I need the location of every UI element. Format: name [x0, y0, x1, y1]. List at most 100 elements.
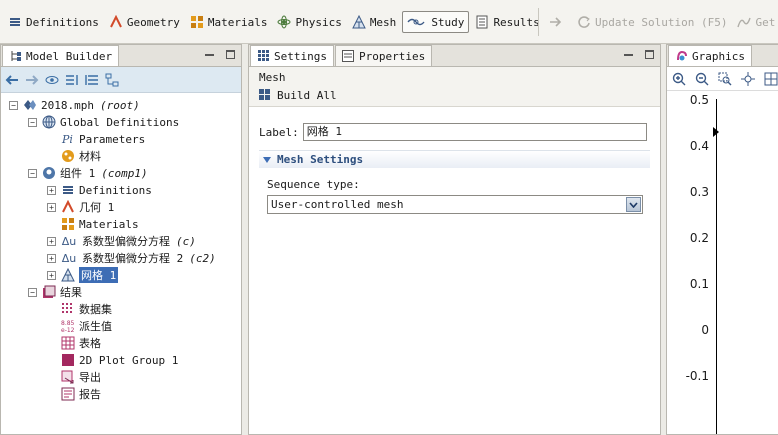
settings-body: Label: 网格 1 Mesh Settings Sequence type:…: [249, 107, 660, 218]
tree-label: 系数型偏微分方程: [82, 235, 170, 248]
tree-node-materials[interactable]: Materials: [60, 216, 139, 232]
build-all-button[interactable]: Build All: [259, 86, 650, 104]
tree-node-component[interactable]: − 组件 1 (comp1): [28, 165, 148, 181]
tree-label: 导出: [79, 371, 101, 384]
tab-graphics[interactable]: Graphics: [668, 45, 752, 66]
maximize-icon[interactable]: [226, 50, 235, 59]
arrow-right-button[interactable]: [545, 11, 571, 33]
collapse-toggle[interactable]: −: [28, 287, 37, 297]
tree-node-tables[interactable]: 表格: [60, 335, 101, 351]
get-initial-button[interactable]: Get Init: [733, 11, 778, 33]
tab-graphics-label: Graphics: [692, 49, 745, 63]
tree-node-results[interactable]: − 结果: [28, 284, 82, 300]
minimize-icon[interactable]: [624, 50, 633, 59]
tree-layout-icon[interactable]: [105, 73, 119, 87]
tree-node-geometry[interactable]: + 几何 1: [47, 199, 114, 215]
pde-icon: Δu: [61, 251, 77, 265]
ribbon-tab-label: Definitions: [26, 15, 99, 29]
materials-icon: [60, 217, 75, 232]
zoom-box-icon[interactable]: [717, 71, 732, 86]
materials-icon: [190, 15, 204, 29]
definitions-icon: [8, 15, 22, 29]
tab-properties-label: Properties: [358, 49, 426, 63]
expand-all-icon[interactable]: [85, 73, 99, 87]
tree-node-derived-values[interactable]: 8.85 e-12 派生值: [60, 318, 113, 334]
tree-node-materials-global[interactable]: 材料: [60, 148, 101, 164]
y-tick-label: 0.3: [689, 185, 709, 199]
collapse-all-icon[interactable]: [65, 73, 79, 87]
ribbon-tab-study[interactable]: Study: [402, 11, 470, 33]
tree-node-root[interactable]: − 2018.mph (root): [9, 97, 140, 113]
tree-node-global-definitions[interactable]: − Global Definitions: [28, 114, 179, 130]
tab-model-builder[interactable]: Model Builder: [2, 45, 120, 66]
tree-node-datasets[interactable]: 数据集: [60, 301, 112, 317]
zoom-out-icon[interactable]: [694, 71, 709, 86]
settings-heading: Mesh: [259, 71, 286, 84]
update-solution-button[interactable]: Update Solution (F5): [573, 11, 731, 33]
back-arrow-icon[interactable]: [5, 73, 19, 87]
tree-label: 数据集: [79, 303, 112, 316]
root-model-icon: [22, 98, 37, 113]
pde-icon: Δu: [61, 234, 77, 248]
ribbon-tab-mesh[interactable]: Mesh: [348, 11, 401, 33]
tree-node-pde1[interactable]: + Δu 系数型偏微分方程 (c): [47, 233, 196, 249]
tree-node-pde2[interactable]: + Δu 系数型偏微分方程 2 (c2): [47, 250, 216, 266]
expand-toggle[interactable]: +: [47, 270, 56, 280]
sequence-type-select[interactable]: User-controlled mesh: [267, 195, 643, 214]
ribbon-tab-geometry[interactable]: Geometry: [105, 11, 184, 33]
ribbon-tab-definitions[interactable]: Definitions: [4, 11, 103, 33]
expand-toggle[interactable]: +: [47, 202, 56, 212]
tree-node-reports[interactable]: 报告: [60, 386, 101, 402]
tree-node-definitions[interactable]: + Definitions: [47, 182, 152, 198]
label-input[interactable]: 网格 1: [302, 123, 647, 141]
show-icon[interactable]: [45, 73, 59, 87]
sequence-type-value: User-controlled mesh: [271, 198, 404, 211]
tree-label: 报告: [79, 388, 101, 401]
maximize-icon[interactable]: [645, 50, 654, 59]
ribbon-tab-physics[interactable]: Physics: [273, 11, 345, 33]
model-builder-tabbar: Model Builder: [1, 45, 241, 67]
tree-node-mesh[interactable]: + 网格 1: [47, 267, 119, 283]
collapse-toggle[interactable]: −: [28, 168, 37, 178]
sequence-type-label: Sequence type:: [267, 178, 360, 191]
zoom-in-icon[interactable]: [671, 71, 686, 86]
graphics-plot-area[interactable]: 0.5 0.4 0.3 0.2 0.1 0 -0.1: [667, 93, 778, 434]
ribbon-tab-materials[interactable]: Materials: [186, 11, 272, 33]
tree-label: Materials: [79, 217, 139, 231]
get-initial-label: Get Init: [755, 15, 778, 29]
model-builder-icon: [9, 50, 22, 63]
expand-toggle[interactable]: +: [47, 185, 56, 195]
tree-node-plot-group[interactable]: 2D Plot Group 1: [60, 352, 178, 368]
expand-toggle[interactable]: +: [47, 236, 56, 246]
settings-grid-icon: [257, 50, 270, 63]
svg-text:8.85: 8.85: [61, 320, 75, 327]
mesh-settings-section-header[interactable]: Mesh Settings: [259, 150, 650, 168]
scene-light-icon[interactable]: [763, 71, 778, 86]
svg-text:e-12: e-12: [61, 327, 75, 333]
graphics-toolbar: [667, 67, 778, 91]
ribbon-tab-label: Materials: [207, 15, 268, 29]
zoom-extents-icon[interactable]: [740, 71, 755, 86]
collapse-toggle[interactable]: −: [9, 100, 18, 110]
tab-settings[interactable]: Settings: [250, 45, 334, 66]
y-tick-label: 0.5: [689, 93, 709, 107]
tree-tag: (comp1): [101, 166, 148, 180]
y-tick-label: 0.2: [689, 231, 709, 245]
label-row: Label: 网格 1: [259, 123, 650, 141]
tree-label: 表格: [79, 337, 101, 350]
tab-properties[interactable]: Properties: [334, 45, 433, 66]
section-title: Mesh Settings: [277, 153, 364, 166]
build-all-label: Build All: [277, 88, 337, 102]
tree-node-parameters[interactable]: Pi Parameters: [60, 131, 145, 147]
chevron-down-icon[interactable]: [626, 197, 641, 212]
collapse-triangle-icon: [263, 156, 271, 163]
tree-node-export[interactable]: 导出: [60, 369, 101, 385]
model-builder-toolbar: [1, 67, 241, 93]
forward-arrow-icon[interactable]: [25, 73, 39, 87]
minimize-icon[interactable]: [205, 50, 214, 59]
collapse-toggle[interactable]: −: [28, 117, 37, 127]
expand-toggle[interactable]: +: [47, 253, 56, 263]
ribbon-actions: Update Solution (F5) Get Init: [532, 7, 778, 37]
tree-label: 几何 1: [79, 201, 115, 214]
export-icon: [60, 370, 75, 385]
